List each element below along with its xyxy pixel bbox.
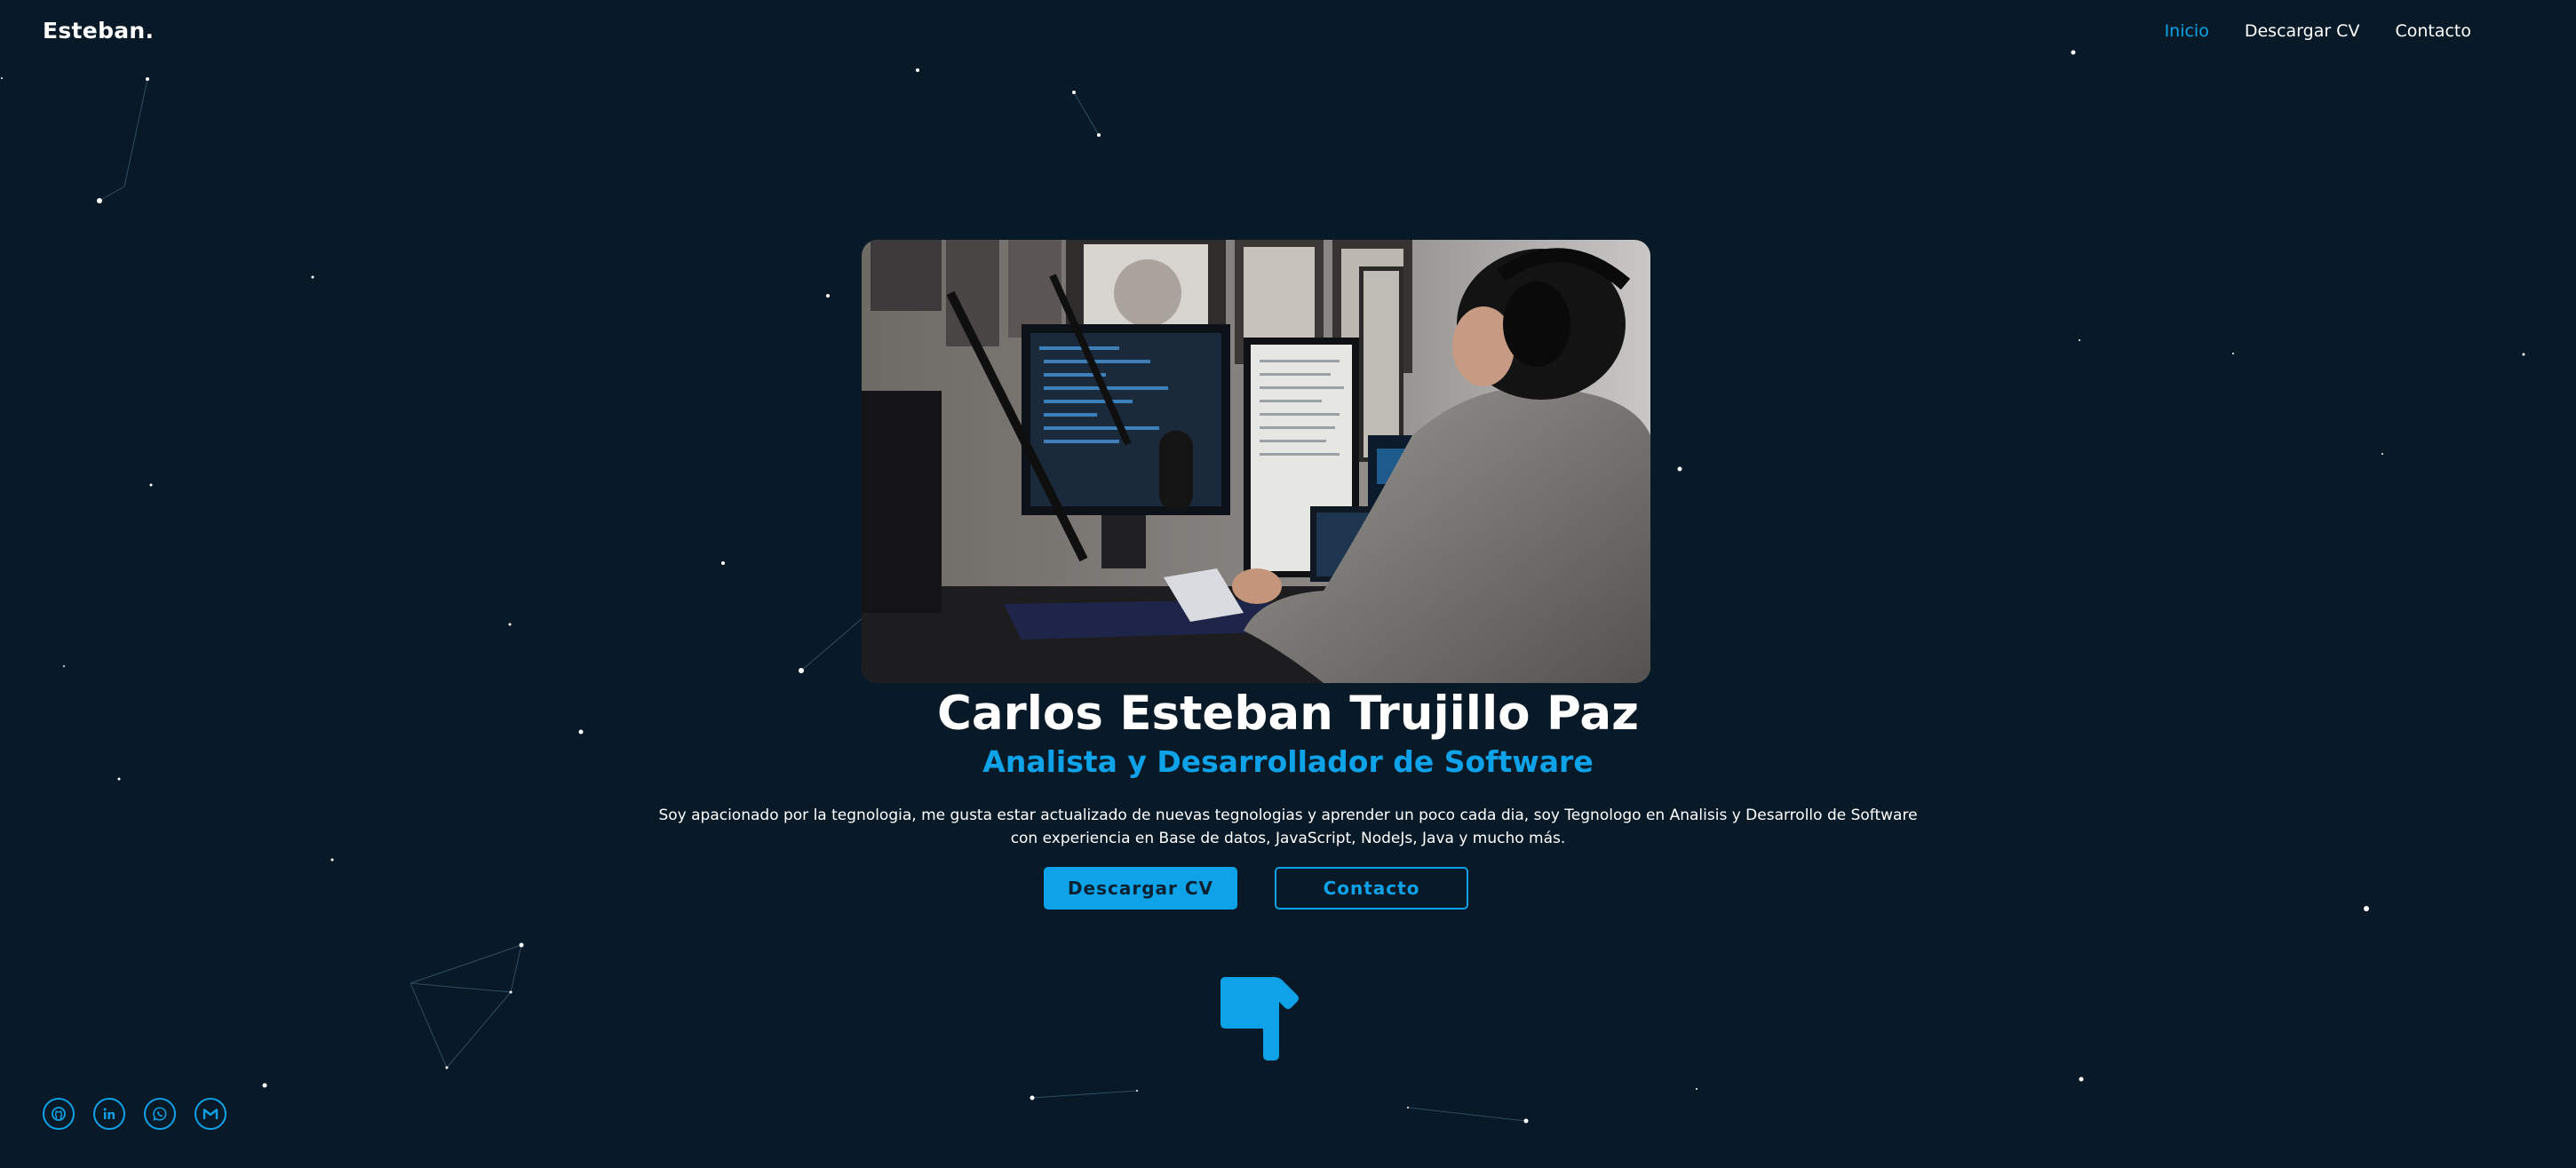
- nav-link-descargar-cv[interactable]: Descargar CV: [2245, 21, 2360, 41]
- hero-name: Carlos Esteban Trujillo Paz: [936, 687, 1640, 741]
- profile-photo: [862, 240, 1650, 683]
- hero-bio-line-1: Soy apacionado por la tegnologia, me gus…: [658, 806, 1918, 824]
- github-icon: [52, 1107, 66, 1121]
- nav-link-inicio[interactable]: Inicio: [2165, 21, 2209, 41]
- scroll-down-arrow-icon[interactable]: [1215, 975, 1300, 1064]
- page: Esteban. Inicio Descargar CV Contacto Ca…: [0, 0, 2576, 1168]
- gmail-icon: [203, 1108, 219, 1119]
- main-nav: Inicio Descargar CV Contacto: [2165, 21, 2471, 41]
- hero-bio-line-2: con experiencia en Base de datos, JavaSc…: [1010, 830, 1566, 847]
- gmail-link[interactable]: [195, 1098, 227, 1130]
- site-logo[interactable]: Esteban.: [43, 18, 154, 44]
- social-links: [43, 1098, 227, 1130]
- linkedin-link[interactable]: [93, 1098, 125, 1130]
- hero-bio: Soy apacionado por la tegnologia, me gus…: [640, 804, 1936, 850]
- contact-button[interactable]: Contacto: [1275, 867, 1468, 910]
- github-link[interactable]: [43, 1098, 75, 1130]
- download-cv-button[interactable]: Descargar CV: [1044, 867, 1237, 910]
- linkedin-icon: [103, 1108, 115, 1119]
- hero-role: Analista y Desarrollador de Software: [982, 744, 1594, 779]
- whatsapp-link[interactable]: [144, 1098, 176, 1130]
- whatsapp-icon: [153, 1107, 167, 1121]
- nav-link-contacto[interactable]: Contacto: [2395, 21, 2471, 41]
